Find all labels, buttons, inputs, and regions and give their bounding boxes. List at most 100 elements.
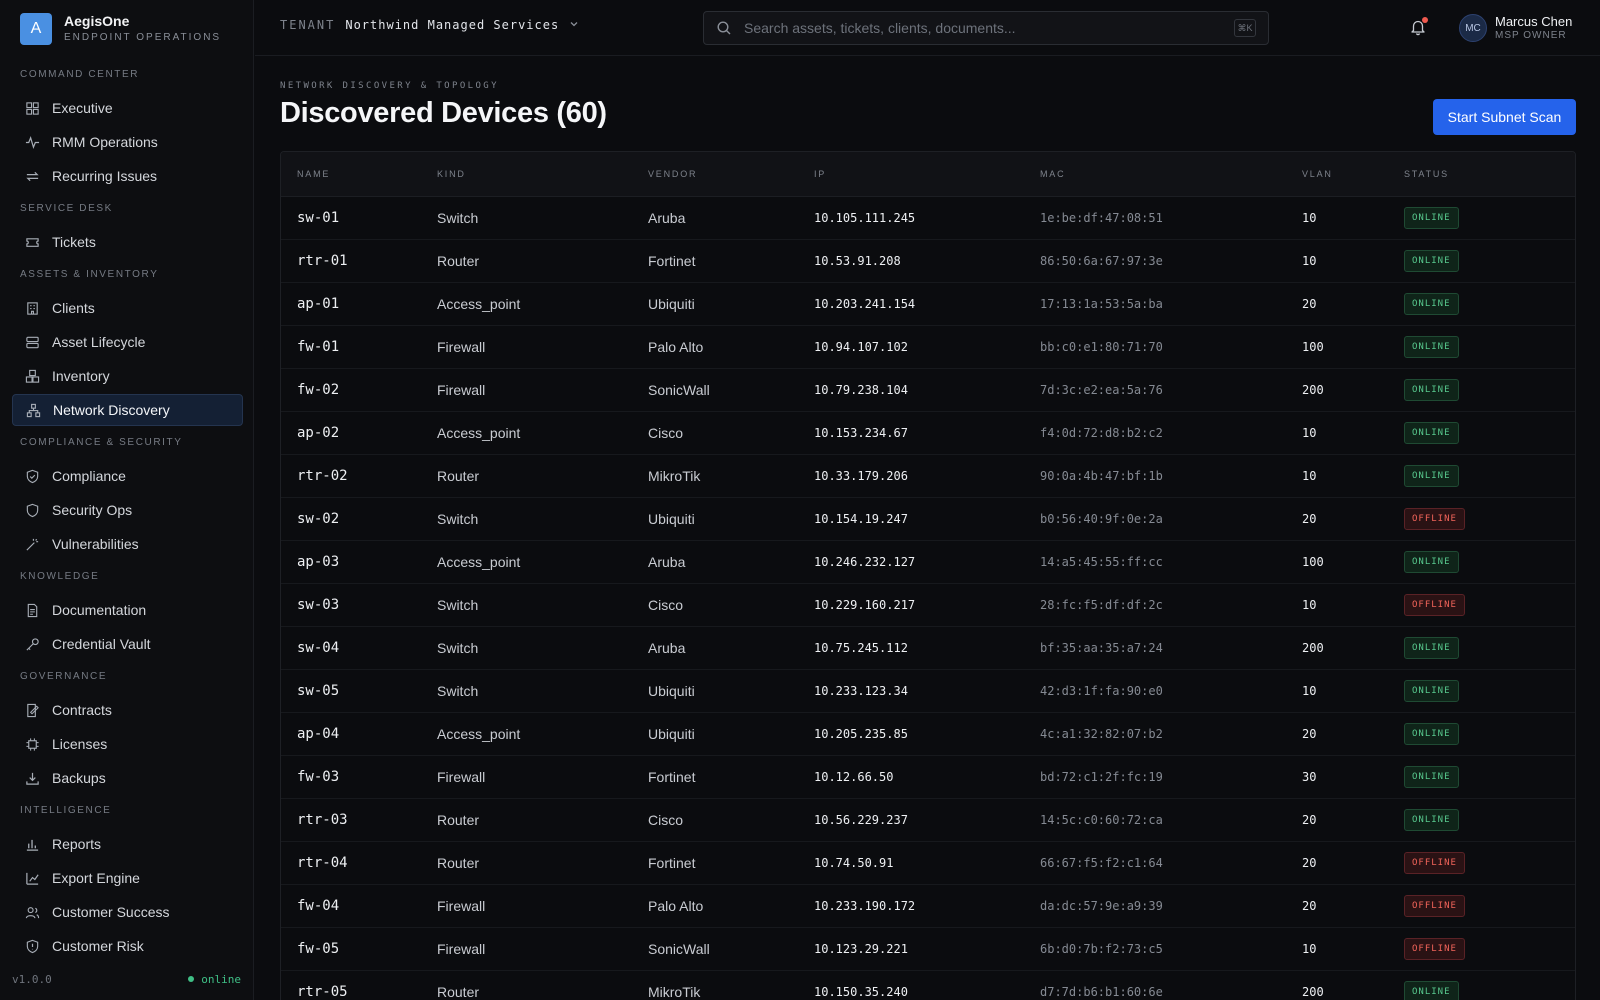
sidebar-item-label: Export Engine <box>52 870 140 886</box>
main-content: NETWORK DISCOVERY & TOPOLOGY Discovered … <box>255 57 1600 1000</box>
brand-name: AegisOne <box>64 13 130 29</box>
device-kind: Router <box>437 854 480 871</box>
sidebar-item-backups[interactable]: Backups <box>12 762 243 794</box>
sidebar-item-compliance[interactable]: Compliance <box>12 460 243 492</box>
table-row[interactable]: ap-04 Access_point Ubiquiti 10.205.235.8… <box>281 712 1575 755</box>
sidebar-item-label: Licenses <box>52 736 108 752</box>
device-name: fw-02 <box>297 381 340 398</box>
search-shortcut-hint: ⌘K <box>1234 19 1256 37</box>
device-mac: 14:a5:45:55:ff:cc <box>1040 554 1163 569</box>
nav-section-intelligence: INTELLIGENCE <box>20 805 112 816</box>
device-mac: 7d:3c:e2:ea:5a:76 <box>1040 382 1163 397</box>
device-vlan: 10 <box>1302 210 1317 225</box>
sidebar-item-credential-vault[interactable]: Credential Vault <box>12 628 243 660</box>
bar-chart-icon <box>24 836 40 852</box>
column-header-kind[interactable]: KIND <box>421 152 632 197</box>
document-icon <box>24 602 40 618</box>
table-row[interactable]: ap-01 Access_point Ubiquiti 10.203.241.1… <box>281 282 1575 325</box>
building-icon <box>24 300 40 316</box>
sidebar-item-export-engine[interactable]: Export Engine <box>12 862 243 894</box>
nav-section-governance: GOVERNANCE <box>20 671 108 682</box>
sidebar-item-customer-risk[interactable]: Customer Risk <box>12 930 243 962</box>
table-row[interactable]: rtr-02 Router MikroTik 10.33.179.206 90:… <box>281 454 1575 497</box>
device-name: sw-01 <box>297 209 340 226</box>
table-row[interactable]: sw-05 Switch Ubiquiti 10.233.123.34 42:d… <box>281 669 1575 712</box>
table-row[interactable]: fw-04 Firewall Palo Alto 10.233.190.172 … <box>281 884 1575 927</box>
sidebar-item-contracts[interactable]: Contracts <box>12 694 243 726</box>
device-vlan: 200 <box>1302 382 1324 397</box>
column-header-status[interactable]: STATUS <box>1388 152 1575 197</box>
sidebar-item-documentation[interactable]: Documentation <box>12 594 243 626</box>
device-status-cell: ONLINE <box>1388 368 1575 411</box>
status-badge: ONLINE <box>1404 980 1459 1000</box>
sidebar-item-network-discovery[interactable]: Network Discovery <box>12 394 243 426</box>
device-name: sw-02 <box>297 510 340 527</box>
devices-table: NAME KIND VENDOR IP MAC VLAN STATUS sw-01 Swit… <box>280 151 1576 1000</box>
shield-icon <box>24 502 40 518</box>
user-menu[interactable]: MC Marcus Chen MSP OWNER <box>1459 14 1572 42</box>
status-badge: ONLINE <box>1404 636 1459 659</box>
device-status-cell: ONLINE <box>1388 626 1575 669</box>
device-vendor: Aruba <box>648 639 686 656</box>
sidebar-item-rmm-operations[interactable]: RMM Operations <box>12 126 243 158</box>
user-name: Marcus Chen <box>1495 13 1573 29</box>
sidebar-item-executive[interactable]: Executive <box>12 92 243 124</box>
sidebar-item-vulnerabilities[interactable]: Vulnerabilities <box>12 528 243 560</box>
table-row[interactable]: sw-03 Switch Cisco 10.229.160.217 28:fc:… <box>281 583 1575 626</box>
device-name: fw-01 <box>297 338 340 355</box>
search-input[interactable] <box>744 20 1234 36</box>
table-row[interactable]: rtr-03 Router Cisco 10.56.229.237 14:5c:… <box>281 798 1575 841</box>
table-row[interactable]: rtr-01 Router Fortinet 10.53.91.208 86:5… <box>281 239 1575 282</box>
sidebar-item-security-ops[interactable]: Security Ops <box>12 494 243 526</box>
sidebar-item-licenses[interactable]: Licenses <box>12 728 243 760</box>
table-row[interactable]: fw-02 Firewall SonicWall 10.79.238.104 7… <box>281 368 1575 411</box>
column-header-ip[interactable]: IP <box>798 152 1024 197</box>
table-row[interactable]: ap-02 Access_point Cisco 10.153.234.67 f… <box>281 411 1575 454</box>
device-ip: 10.203.241.154 <box>814 296 916 311</box>
device-vendor: Fortinet <box>648 252 696 269</box>
device-mac: 90:0a:4b:47:bf:1b <box>1040 468 1163 483</box>
table-row[interactable]: rtr-04 Router Fortinet 10.74.50.91 66:67… <box>281 841 1575 884</box>
table-row[interactable]: ap-03 Access_point Aruba 10.246.232.127 … <box>281 540 1575 583</box>
table-row[interactable]: rtr-05 Router MikroTik 10.150.35.240 d7:… <box>281 970 1575 1000</box>
sidebar-item-label: Backups <box>52 770 106 786</box>
table-row[interactable]: sw-04 Switch Aruba 10.75.245.112 bf:35:a… <box>281 626 1575 669</box>
device-kind: Switch <box>437 682 479 699</box>
device-mac: da:dc:57:9e:a9:39 <box>1040 898 1163 913</box>
device-mac: d7:7d:b6:b1:60:6e <box>1040 984 1163 999</box>
status-badge: OFFLINE <box>1404 507 1465 530</box>
table-row[interactable]: fw-03 Firewall Fortinet 10.12.66.50 bd:7… <box>281 755 1575 798</box>
sidebar-item-customer-success[interactable]: Customer Success <box>12 896 243 928</box>
sidebar-item-clients[interactable]: Clients <box>12 292 243 324</box>
device-status-cell: ONLINE <box>1388 196 1575 239</box>
start-subnet-scan-button[interactable]: Start Subnet Scan <box>1433 99 1576 135</box>
device-vlan: 200 <box>1302 640 1324 655</box>
sidebar-item-recurring-issues[interactable]: Recurring Issues <box>12 160 243 192</box>
device-vlan: 10 <box>1302 425 1317 440</box>
table-row[interactable]: fw-05 Firewall SonicWall 10.123.29.221 6… <box>281 927 1575 970</box>
sidebar-item-tickets[interactable]: Tickets <box>12 226 243 258</box>
table-row[interactable]: sw-01 Switch Aruba 10.105.111.245 1e:be:… <box>281 196 1575 239</box>
tenant-selector[interactable]: TENANT Northwind Managed Services <box>280 18 579 32</box>
column-header-name[interactable]: NAME <box>281 152 421 197</box>
device-mac: 14:5c:c0:60:72:ca <box>1040 812 1163 827</box>
brand[interactable]: A AegisOne ENDPOINT OPERATIONS <box>20 12 221 46</box>
table-row[interactable]: sw-02 Switch Ubiquiti 10.154.19.247 b0:5… <box>281 497 1575 540</box>
sidebar-item-inventory[interactable]: Inventory <box>12 360 243 392</box>
device-kind: Router <box>437 983 480 1000</box>
column-header-vendor[interactable]: VENDOR <box>632 152 798 197</box>
notifications-bell-icon[interactable] <box>1409 17 1428 36</box>
global-search[interactable]: ⌘K <box>703 11 1269 45</box>
sidebar-item-asset-lifecycle[interactable]: Asset Lifecycle <box>12 326 243 358</box>
column-header-mac[interactable]: MAC <box>1024 152 1286 197</box>
device-status-cell: ONLINE <box>1388 454 1575 497</box>
device-kind: Router <box>437 252 480 269</box>
device-vendor: MikroTik <box>648 983 701 1000</box>
device-vendor: MikroTik <box>648 467 701 484</box>
table-row[interactable]: fw-01 Firewall Palo Alto 10.94.107.102 b… <box>281 325 1575 368</box>
device-kind: Switch <box>437 209 479 226</box>
column-header-vlan[interactable]: VLAN <box>1286 152 1388 197</box>
device-vendor: Ubiquiti <box>648 725 695 742</box>
status-badge: ONLINE <box>1404 378 1459 401</box>
sidebar-item-reports[interactable]: Reports <box>12 828 243 860</box>
